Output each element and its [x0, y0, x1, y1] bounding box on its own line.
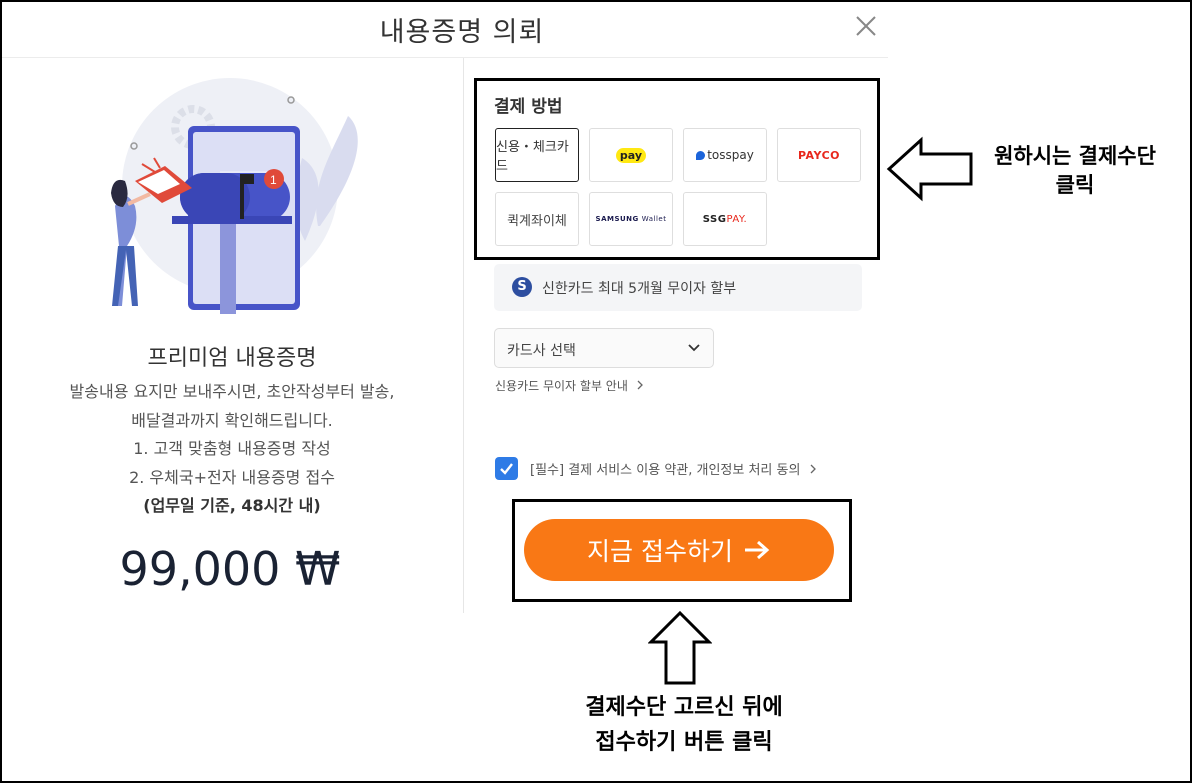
kakaopay-logo: pay	[615, 147, 647, 163]
annotation-arrow-up-icon	[648, 610, 712, 685]
annotation-right-line: 클릭	[1055, 173, 1095, 197]
pay-method-tosspay[interactable]: tosspay	[683, 128, 767, 182]
close-icon[interactable]	[854, 14, 878, 38]
annotation-bottom-line: 결제수단 고르신 뒤에	[585, 695, 783, 720]
agree-terms-link[interactable]: [필수] 결제 서비스 이용 약관, 개인정보 처리 동의	[530, 459, 817, 478]
card-company-select-label: 카드사 선택	[507, 343, 576, 359]
pay-method-ssgpay[interactable]: SSGPAY.	[683, 192, 767, 246]
agree-terms-label: [필수] 결제 서비스 이용 약관, 개인정보 처리 동의	[530, 463, 801, 478]
pay-method-card[interactable]: 신용・체크카드	[495, 128, 579, 182]
desc-line: 1. 고객 맞춤형 내용증명 작성	[133, 439, 331, 458]
desc-line: 발송내용 요지만 보내주시면, 초안작성부터 발송,	[69, 382, 395, 401]
installment-guide-link[interactable]: 신용카드 무이자 할부 안내	[495, 377, 644, 394]
annotation-arrow-left-icon	[886, 136, 973, 202]
promo-text: 신한카드 최대 5개월 무이자 할부	[542, 281, 737, 297]
column-divider	[463, 58, 464, 613]
payment-method-title: 결제 방법	[494, 97, 563, 117]
ssg-prefix: SSG	[702, 213, 727, 225]
pay-method-card-label: 신용・체크카드	[496, 140, 569, 174]
product-title: 프리미엄 내용증명	[147, 346, 317, 371]
desc-line: 배달결과까지 확인해드립니다.	[131, 410, 333, 430]
annotation-right-line: 원하시는 결제수단	[994, 144, 1156, 168]
chevron-right-icon	[637, 380, 643, 390]
ssg-suffix: PAY.	[726, 213, 748, 225]
annotation-bottom-line: 접수하기 버튼 클릭	[595, 730, 773, 755]
installment-promo: S 신한카드 최대 5개월 무이자 할부	[494, 264, 862, 311]
card-company-select[interactable]: 카드사 선택	[494, 328, 714, 368]
chevron-right-icon	[810, 464, 816, 474]
agree-checkbox[interactable]	[495, 457, 518, 480]
price: 99,000 ₩	[119, 542, 341, 596]
samsung-wallet-logo: SAMSUNG Wallet	[596, 215, 667, 223]
modal-header: 내용증명 의뢰	[2, 2, 888, 58]
desc-line: (업무일 기준, 48시간 내)	[143, 496, 321, 515]
shinhan-card-icon: S	[512, 277, 532, 297]
desc-line: 2. 우체국+전자 내용증명 접수	[129, 467, 335, 487]
toss-icon	[696, 150, 706, 160]
pay-method-quick-transfer[interactable]: 퀵계좌이체	[495, 192, 579, 246]
installment-guide-label: 신용카드 무이자 할부 안내	[495, 379, 628, 393]
pay-method-kakaopay[interactable]: pay	[589, 128, 673, 182]
pay-method-samsung-wallet[interactable]: SAMSUNG Wallet	[589, 192, 673, 246]
tosspay-label: tosspay	[707, 148, 754, 162]
pay-method-payco[interactable]: PAYCO	[777, 128, 861, 182]
annotation-right: 원하시는 결제수단 클릭	[968, 142, 1182, 200]
chevron-down-icon	[688, 344, 700, 352]
annotation-bottom: 결제수단 고르신 뒤에 접수하기 버튼 클릭	[530, 690, 838, 760]
samsung-brand: SAMSUNG	[595, 215, 639, 223]
arrow-right-icon	[744, 540, 770, 560]
submit-button-label: 지금 접수하기	[587, 537, 733, 566]
payco-label: PAYCO	[797, 148, 840, 162]
ssgpay-logo: SSGPAY.	[703, 214, 747, 225]
product-description: 발송내용 요지만 보내주시면, 초안작성부터 발송, 배달결과까지 확인해드립니…	[2, 378, 462, 521]
submit-button[interactable]: 지금 접수하기	[524, 519, 834, 581]
quick-transfer-label: 퀵계좌이체	[507, 213, 567, 229]
samsung-wallet-word: Wallet	[641, 215, 667, 223]
check-icon	[500, 463, 513, 475]
mailbox-illustration: 1	[111, 78, 358, 314]
modal-title: 내용증명 의뢰	[379, 17, 545, 48]
svg-text:1: 1	[270, 173, 277, 187]
kakaopay-label: pay	[615, 147, 647, 163]
